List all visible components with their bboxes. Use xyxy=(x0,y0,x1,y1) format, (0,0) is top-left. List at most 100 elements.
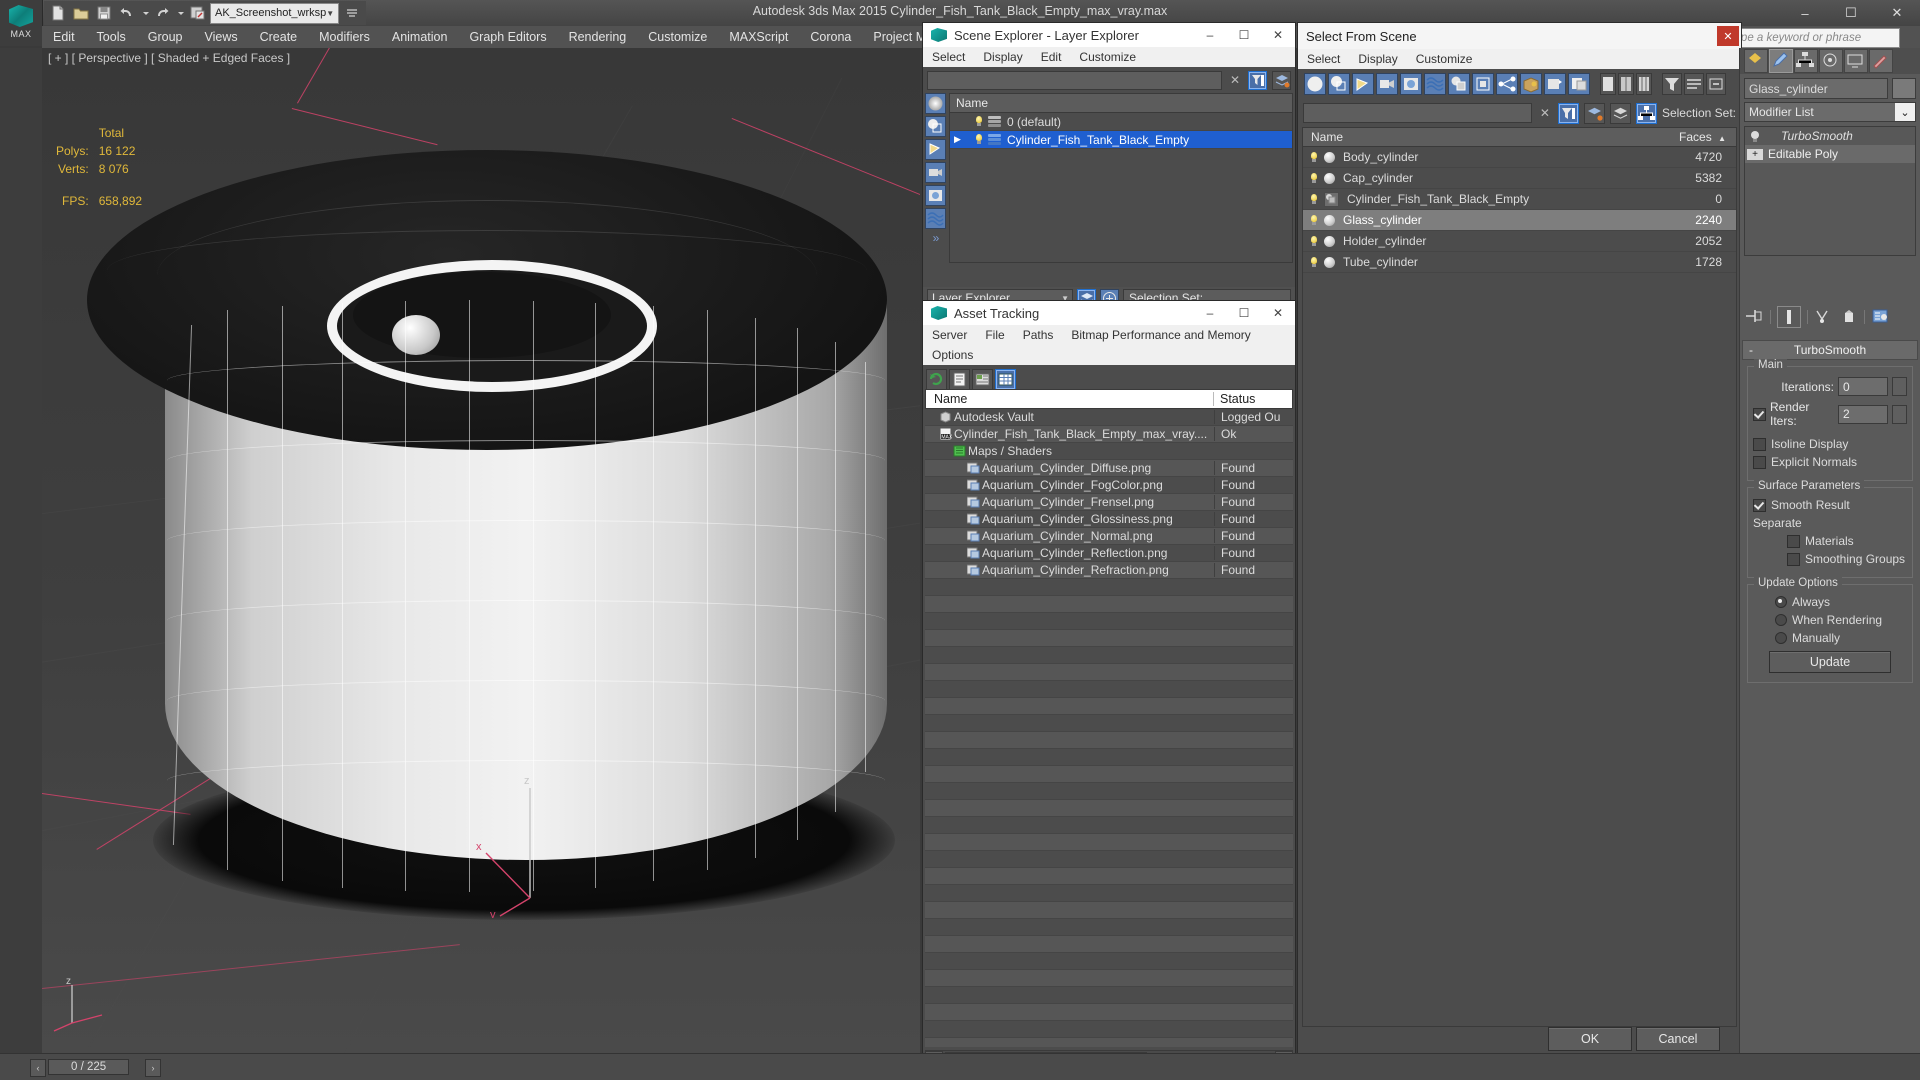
sfs-clear-search-icon[interactable]: ✕ xyxy=(1537,106,1553,120)
perspective-viewport[interactable]: [ + ] [ Perspective ] [ Shaded + Edged F… xyxy=(42,48,920,1060)
modifier-stack-item-turbosmooth[interactable]: TurboSmooth xyxy=(1745,127,1915,145)
object-visibility-bulb-icon[interactable] xyxy=(1309,172,1319,184)
redo-icon[interactable] xyxy=(152,3,172,23)
layer-explorer-list[interactable]: Name 0 (default) ▶ Cylinder_Fish_Tank_Bl… xyxy=(949,93,1293,263)
asset-row-empty[interactable] xyxy=(925,664,1293,681)
asset-row-empty[interactable] xyxy=(925,783,1293,800)
asset-row-empty[interactable] xyxy=(925,868,1293,885)
pin-stack-icon[interactable] xyxy=(1744,307,1764,328)
object-visibility-bulb-icon[interactable] xyxy=(1309,235,1319,247)
asset-tracking-rows[interactable]: Autodesk Vault Logged Ou MAX Cylinder_Fish_… xyxy=(925,409,1293,1047)
sfs-menu-customize[interactable]: Customize xyxy=(1407,49,1482,69)
asset-row[interactable]: Aquarium_Cylinder_Reflection.png Found xyxy=(925,545,1293,562)
filter-geometry-icon[interactable] xyxy=(1304,73,1326,95)
update-manually-radio[interactable] xyxy=(1775,632,1787,644)
render-iters-spinner[interactable] xyxy=(1892,404,1907,424)
menu-item-customize[interactable]: Customize xyxy=(637,26,718,48)
explicit-normals-checkbox[interactable] xyxy=(1753,455,1766,469)
filter-cameras-icon[interactable] xyxy=(1376,73,1398,95)
asset-tracking-title-bar[interactable]: Asset Tracking – ☐ ✕ xyxy=(923,301,1295,325)
asset-menu-file[interactable]: File xyxy=(976,325,1013,345)
asset-row-empty[interactable] xyxy=(925,613,1293,630)
asset-tracking-window[interactable]: Asset Tracking – ☐ ✕ Server File Paths B… xyxy=(922,300,1296,1070)
update-when-rendering-row[interactable]: When Rendering xyxy=(1753,613,1907,627)
layer-row-default[interactable]: 0 (default) xyxy=(950,113,1292,131)
asset-row-empty[interactable] xyxy=(925,715,1293,732)
expand-arrow-icon[interactable]: ▶ xyxy=(950,134,968,145)
clear-search-icon[interactable]: ✕ xyxy=(1227,73,1243,87)
collapse-all-icon[interactable] xyxy=(1706,73,1726,95)
filter-cameras-icon[interactable] xyxy=(925,162,946,183)
undo-icon[interactable] xyxy=(117,3,137,23)
asset-row-empty[interactable] xyxy=(925,987,1293,1004)
filter-spacewarps-icon[interactable] xyxy=(925,208,946,229)
asset-row-empty[interactable] xyxy=(925,851,1293,868)
layer-explorer-close-button[interactable]: ✕ xyxy=(1261,23,1295,47)
menu-item-create[interactable]: Create xyxy=(249,26,309,48)
layer-explorer-search-input[interactable] xyxy=(927,70,1222,90)
tab-hierarchy[interactable] xyxy=(1794,49,1818,73)
qat-overflow-icon[interactable] xyxy=(342,3,362,23)
asset-row-empty[interactable] xyxy=(925,885,1293,902)
turbosmooth-rollout-header[interactable]: - TurboSmooth xyxy=(1742,340,1918,360)
open-file-icon[interactable] xyxy=(71,3,91,23)
isoline-display-row[interactable]: Isoline Display xyxy=(1753,437,1907,451)
object-visibility-bulb-icon[interactable] xyxy=(1309,151,1319,163)
tab-motion[interactable] xyxy=(1819,49,1843,73)
object-visibility-bulb-icon[interactable] xyxy=(1309,256,1319,268)
list-view-icon[interactable] xyxy=(949,368,970,390)
show-end-result-icon[interactable] xyxy=(1777,306,1801,328)
filter-shapes-icon[interactable] xyxy=(1328,73,1350,95)
asset-row-empty[interactable] xyxy=(925,647,1293,664)
modifier-stack-item-editable-poly[interactable]: + Editable Poly xyxy=(1745,145,1915,163)
sfs-menu-display[interactable]: Display xyxy=(1349,49,1406,69)
asset-row-empty[interactable] xyxy=(925,936,1293,953)
make-unique-icon[interactable] xyxy=(1814,307,1834,328)
filter-spacewarps-icon[interactable] xyxy=(1424,73,1446,95)
undo-dropdown-icon[interactable] xyxy=(140,3,149,23)
filter-containers-icon[interactable] xyxy=(1520,73,1542,95)
asset-tracking-maximize-button[interactable]: ☐ xyxy=(1227,301,1261,325)
layer-visibility-bulb-icon[interactable] xyxy=(974,134,984,145)
modifier-stack[interactable]: TurboSmooth + Editable Poly xyxy=(1744,126,1916,256)
max-app-logo[interactable]: MAX xyxy=(0,0,43,46)
object-name-field[interactable]: Glass_cylinder xyxy=(1744,78,1888,99)
close-button[interactable]: ✕ xyxy=(1874,0,1920,26)
filter-groups-icon[interactable] xyxy=(1448,73,1470,95)
render-iters-field[interactable]: 2 xyxy=(1838,404,1888,424)
sfs-row[interactable]: Body_cylinder 4720 xyxy=(1303,147,1736,168)
axis-gizmo[interactable]: z x y xyxy=(472,768,562,921)
asset-row-empty[interactable] xyxy=(925,630,1293,647)
asset-row[interactable]: Maps / Shaders xyxy=(925,443,1293,460)
minimize-button[interactable]: – xyxy=(1782,0,1828,26)
layer-explorer-menu-edit[interactable]: Edit xyxy=(1032,47,1071,67)
asset-row-empty[interactable] xyxy=(925,800,1293,817)
object-visibility-bulb-icon[interactable] xyxy=(1309,193,1319,205)
menu-item-corona[interactable]: Corona xyxy=(799,26,862,48)
sfs-row-selected[interactable]: Glass_cylinder 2240 xyxy=(1303,210,1736,231)
asset-menu-bitmap-performance[interactable]: Bitmap Performance and Memory xyxy=(1062,325,1259,345)
maximize-button[interactable]: ☐ xyxy=(1828,0,1874,26)
save-file-icon[interactable] xyxy=(94,3,114,23)
filter-selection-icon[interactable] xyxy=(1248,70,1267,90)
rollout-collapse-icon[interactable]: - xyxy=(1749,343,1753,357)
asset-row[interactable]: MAX Cylinder_Fish_Tank_Black_Empty_max_vr… xyxy=(925,426,1293,443)
remove-modifier-icon[interactable] xyxy=(1840,307,1858,328)
smooth-result-row[interactable]: Smooth Result xyxy=(1753,498,1907,512)
asset-row[interactable]: Aquarium_Cylinder_Glossiness.png Found xyxy=(925,511,1293,528)
layer-explorer-menu-display[interactable]: Display xyxy=(974,47,1031,67)
sfs-hierarchy-icon[interactable] xyxy=(1635,102,1657,124)
lightbulb-icon[interactable] xyxy=(1745,130,1765,143)
sfs-search-input[interactable] xyxy=(1303,103,1532,123)
menu-item-group[interactable]: Group xyxy=(137,26,194,48)
redo-dropdown-icon[interactable] xyxy=(175,3,184,23)
viewport-label[interactable]: [ + ] [ Perspective ] [ Shaded + Edged F… xyxy=(48,51,290,65)
asset-row[interactable]: Aquarium_Cylinder_Frensel.png Found xyxy=(925,494,1293,511)
asset-menu-paths[interactable]: Paths xyxy=(1014,325,1063,345)
asset-col-status[interactable]: Status xyxy=(1213,392,1292,406)
details-view-icon[interactable] xyxy=(972,368,993,390)
menu-item-animation[interactable]: Animation xyxy=(381,26,459,48)
asset-row[interactable]: Aquarium_Cylinder_Diffuse.png Found xyxy=(925,460,1293,477)
expand-plus-icon[interactable]: + xyxy=(1747,148,1763,160)
sfs-col-name[interactable]: Name xyxy=(1303,130,1679,144)
